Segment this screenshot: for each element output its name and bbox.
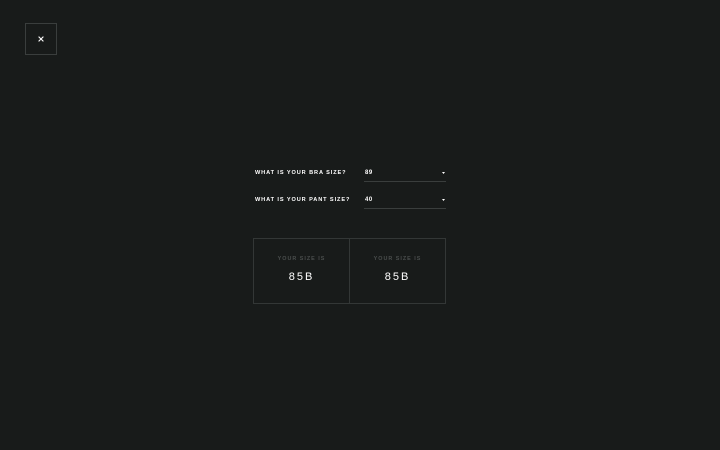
bra-size-value: 89 xyxy=(365,170,373,176)
size-results: YOUR SIZE IS 85B YOUR SIZE IS 85B xyxy=(253,238,446,304)
bra-size-select[interactable]: 89 xyxy=(364,164,446,182)
size-form: WHAT IS YOUR BRA SIZE? 89 WHAT IS YOUR P… xyxy=(254,160,446,214)
bra-size-row: WHAT IS YOUR BRA SIZE? 89 xyxy=(254,160,446,182)
pant-size-value: 40 xyxy=(365,197,373,203)
pant-size-select[interactable]: 40 xyxy=(364,191,446,209)
chevron-down-icon xyxy=(442,172,445,174)
close-icon xyxy=(38,36,44,42)
result-card: YOUR SIZE IS 85B xyxy=(349,239,445,303)
pant-size-label: WHAT IS YOUR PANT SIZE? xyxy=(255,197,351,203)
result-card: YOUR SIZE IS 85B xyxy=(254,239,349,303)
result-caption: YOUR SIZE IS xyxy=(373,256,422,262)
bra-size-label: WHAT IS YOUR BRA SIZE? xyxy=(255,170,347,176)
chevron-down-icon xyxy=(442,199,445,201)
pant-size-row: WHAT IS YOUR PANT SIZE? 40 xyxy=(254,187,446,209)
result-size-value: 85B xyxy=(288,271,315,283)
result-size-value: 85B xyxy=(384,271,411,283)
close-button[interactable] xyxy=(25,23,57,55)
size-guide-page: WHAT IS YOUR BRA SIZE? 89 WHAT IS YOUR P… xyxy=(0,0,720,450)
result-caption: YOUR SIZE IS xyxy=(277,256,326,262)
